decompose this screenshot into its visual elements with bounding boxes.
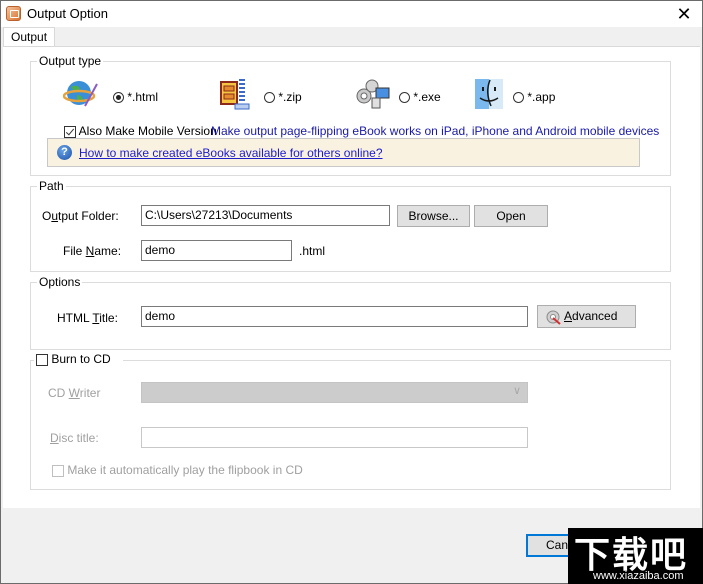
watermark: 下载吧 www.xiazaiba.com [568, 528, 703, 584]
autoplay-label: Make it automatically play the flipbook … [67, 463, 303, 477]
html-title-label: HTML Title: [57, 311, 118, 325]
html-radio-option[interactable]: *.html [113, 90, 158, 104]
window-title: Output Option [27, 6, 108, 21]
burn-cd-option[interactable]: Burn to CD [34, 352, 123, 366]
gear-wrench-icon [546, 310, 561, 325]
burn-cd-label: Burn to CD [51, 352, 111, 366]
mobile-version-checkbox[interactable] [64, 125, 76, 138]
zip-radio-option[interactable]: *.zip [264, 90, 302, 104]
html-radio-label: *.html [127, 90, 159, 104]
browse-button[interactable]: Browse... [397, 205, 470, 227]
zip-radio-label: *.zip [278, 90, 302, 104]
disc-title-label: Disc title: [50, 431, 99, 445]
output-type-legend: Output type [37, 54, 104, 68]
advanced-button[interactable]: Advanced [537, 305, 636, 328]
autoplay-checkbox[interactable] [52, 464, 64, 477]
gears-computer-icon [356, 79, 390, 109]
title-bar: Output Option ✕ [1, 1, 702, 27]
burn-cd-checkbox[interactable] [36, 353, 48, 366]
exe-radio-option[interactable]: *.exe [399, 90, 441, 104]
disc-title-input[interactable] [141, 427, 528, 448]
path-group: Path Output Folder: C:\Users\27213\Docum… [30, 179, 671, 272]
tab-output[interactable]: Output [3, 27, 56, 47]
options-group: Options HTML Title: demo Advanced [30, 275, 671, 350]
watermark-url: www.xiazaiba.com [593, 570, 684, 582]
globe-html-icon [63, 81, 98, 107]
app-radio-option[interactable]: *.app [513, 90, 555, 104]
html-radio[interactable] [113, 92, 124, 104]
help-question-icon: ? [57, 145, 72, 160]
file-name-label: File Name: [63, 244, 122, 258]
options-legend: Options [37, 275, 83, 289]
path-legend: Path [37, 179, 66, 193]
app-radio-label: *.app [527, 90, 556, 104]
app-radio[interactable] [513, 92, 524, 104]
output-folder-label: Output Folder: [42, 209, 119, 223]
mobile-version-option[interactable]: Also Make Mobile Version [64, 124, 217, 138]
tab-strip: Output [1, 27, 702, 47]
autoplay-option[interactable]: Make it automatically play the flipbook … [52, 463, 303, 477]
close-icon[interactable]: ✕ [673, 4, 695, 24]
advanced-label: Advanced [564, 309, 618, 323]
exe-radio-label: *.exe [413, 90, 441, 104]
file-name-input[interactable]: demo [141, 240, 292, 261]
zip-archive-icon [220, 79, 250, 110]
mac-finder-icon [475, 79, 503, 109]
file-extension: .html [299, 244, 326, 258]
app-icon [6, 6, 21, 21]
zip-radio[interactable] [264, 92, 275, 104]
mobile-version-label: Also Make Mobile Version [78, 124, 217, 138]
chevron-down-icon: ∨ [512, 385, 521, 397]
mobile-description: Make output page-flipping eBook works on… [211, 124, 660, 138]
open-button[interactable]: Open [474, 205, 548, 227]
exe-radio[interactable] [399, 92, 410, 104]
html-title-input[interactable]: demo [141, 306, 528, 327]
output-option-dialog: Output Option ✕ Output Output type *.htm… [0, 0, 703, 584]
help-notice-bar: ? How to make created eBooks available f… [47, 138, 640, 167]
output-tab-page: Output type *.html *.zip *.exe *.app Als… [3, 46, 700, 509]
cd-writer-select[interactable]: ∨ [141, 382, 528, 403]
output-folder-input[interactable]: C:\Users\27213\Documents [141, 205, 390, 226]
help-link[interactable]: How to make created eBooks available for… [79, 146, 383, 160]
cd-writer-label: CD Writer [48, 386, 101, 400]
burn-cd-group: Burn to CD CD Writer ∨ Disc title: Make … [30, 352, 671, 490]
